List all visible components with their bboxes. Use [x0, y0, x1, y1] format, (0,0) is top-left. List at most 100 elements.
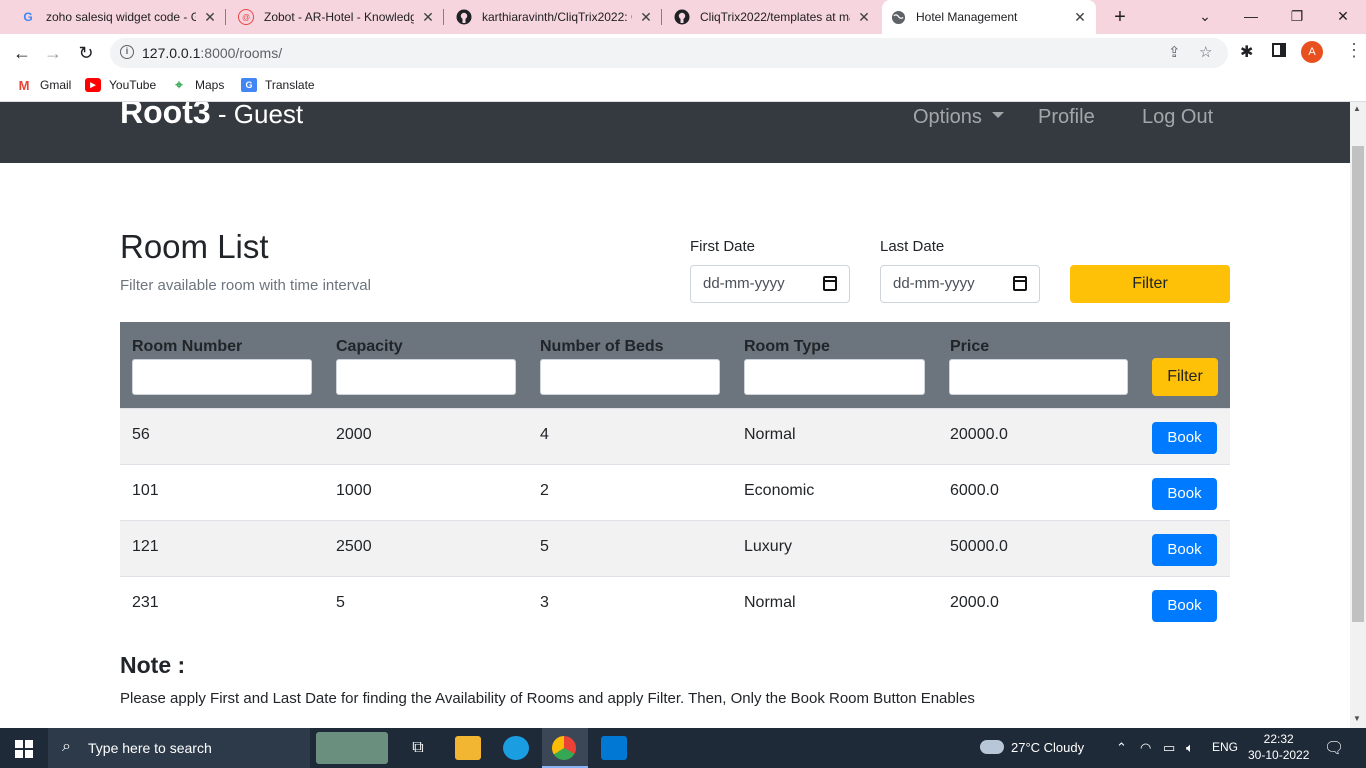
reload-icon[interactable]: ↻ [73, 40, 99, 66]
room-type-cell: Normal [744, 426, 796, 443]
chrome-icon [552, 736, 576, 760]
notification-icon[interactable]: 🗨︎ [1324, 738, 1344, 758]
back-arrow-icon[interactable]: ← [9, 40, 35, 66]
page-viewport: Root3 - Guest Options Profile Log Out Ro… [0, 102, 1350, 728]
taskbar-clock[interactable]: 22:32 30-10-2022 [1248, 731, 1309, 763]
bookmark-label: Gmail [40, 78, 72, 92]
column-header: Capacity [336, 338, 403, 355]
room-type-cell: Economic [744, 482, 815, 499]
wifi-icon[interactable]: ◠ [1140, 740, 1151, 756]
room-number-cell: 121 [132, 538, 159, 555]
bookmark-label: Maps [195, 78, 225, 92]
side-panel-icon[interactable] [1272, 43, 1286, 57]
bookmark-maps[interactable]: ⌖ Maps [171, 76, 224, 94]
volume-icon[interactable]: 🔈︎ [1186, 740, 1194, 756]
bookmark-translate[interactable]: G Translate [241, 76, 315, 94]
browser-toolbar: ← → ↻ i 127.0.0.1:8000/rooms/ ⇪ ☆ ✱ A ⋮ [0, 34, 1366, 71]
avatar[interactable]: A [1301, 41, 1323, 63]
site-info-icon[interactable]: i [120, 45, 134, 59]
date-filter-button[interactable]: Filter [1070, 265, 1230, 303]
search-icon: ⌕ [62, 738, 71, 755]
bookmark-label: Translate [265, 78, 315, 92]
room-number-cell: 231 [132, 594, 159, 611]
price-filter-input[interactable] [949, 359, 1128, 395]
close-icon[interactable]: ✕ [1072, 9, 1088, 26]
bookmark-star-icon[interactable]: ☆ [1199, 43, 1212, 61]
bookmark-gmail[interactable]: M Gmail [16, 76, 72, 94]
share-icon[interactable]: ⇪ [1168, 43, 1181, 61]
windows-start-icon[interactable] [15, 740, 33, 758]
battery-icon[interactable]: ▭ [1163, 740, 1175, 756]
site-brand[interactable]: Root3 - Guest [120, 102, 303, 131]
scroll-down-icon[interactable]: ▼ [1353, 714, 1361, 723]
language-indicator[interactable]: ENG [1212, 740, 1238, 754]
tab-search-icon[interactable]: ⌄ [1182, 0, 1228, 34]
github-icon [456, 9, 472, 25]
calendar-icon[interactable] [1013, 276, 1027, 291]
date-placeholder: dd-mm-yyyy [703, 275, 785, 292]
options-dropdown[interactable]: Options [913, 106, 1004, 129]
browser-tab-bar: G zoho salesiq widget code - G ✕ @ Zobot… [0, 0, 1366, 34]
taskbar-active-app[interactable] [542, 728, 588, 768]
room-type-filter-input[interactable] [744, 359, 925, 395]
calendar-icon[interactable] [823, 276, 837, 291]
bookmark-youtube[interactable]: ▶ YouTube [85, 76, 156, 94]
page-subtitle: Filter available room with time interval [120, 277, 371, 294]
restore-button[interactable]: ❐ [1274, 0, 1320, 34]
bookmark-label: YouTube [109, 78, 157, 92]
last-date-input[interactable]: dd-mm-yyyy [880, 265, 1040, 303]
page-scrollbar[interactable]: ▲ ▼ [1350, 102, 1366, 728]
address-bar[interactable]: i 127.0.0.1:8000/rooms/ ⇪ ☆ [110, 38, 1228, 68]
forward-arrow-icon[interactable]: → [40, 40, 66, 66]
google-icon: G [23, 10, 33, 24]
vscode-icon[interactable] [601, 736, 627, 760]
translate-icon: G [241, 78, 257, 92]
task-view-icon[interactable]: ⧉ [405, 736, 431, 760]
beds-cell: 3 [540, 594, 549, 611]
user-role: Guest [233, 102, 304, 129]
weather-text[interactable]: 27°C Cloudy [1011, 740, 1084, 755]
book-button[interactable]: Book [1152, 534, 1217, 566]
browser-tab[interactable]: @ Zobot - AR-Hotel - Knowledg ✕ [230, 0, 444, 34]
first-date-input[interactable]: dd-mm-yyyy [690, 265, 850, 303]
close-icon[interactable]: ✕ [420, 9, 436, 26]
browser-tab[interactable]: CliqTrix2022/templates at ma ✕ [666, 0, 880, 34]
capacity-cell: 5 [336, 594, 345, 611]
book-button[interactable]: Book [1152, 422, 1217, 454]
minimize-button[interactable]: — [1228, 0, 1274, 34]
table-filter-button[interactable]: Filter [1152, 358, 1218, 396]
room-type-cell: Normal [744, 594, 796, 611]
file-explorer-icon[interactable] [455, 736, 481, 760]
column-header: Number of Beds [540, 338, 664, 355]
capacity-filter-input[interactable] [336, 359, 516, 395]
browser-tab-active[interactable]: Hotel Management ✕ [882, 0, 1096, 34]
search-highlights-icon[interactable] [316, 732, 388, 764]
beds-cell: 2 [540, 482, 549, 499]
url-path: :8000/rooms/ [200, 45, 283, 61]
close-window-button[interactable]: ✕ [1320, 0, 1366, 34]
chevron-up-icon[interactable]: ⌃ [1116, 740, 1127, 756]
menu-kebab-icon[interactable]: ⋮ [1345, 40, 1363, 61]
browser-tab[interactable]: karthiaravinth/CliqTrix2022: C ✕ [448, 0, 662, 34]
scrollbar-thumb[interactable] [1352, 146, 1364, 622]
globe-icon [890, 9, 906, 25]
extensions-icon[interactable]: ✱ [1240, 42, 1253, 62]
room-number-filter-input[interactable] [132, 359, 312, 395]
table-header: Room Number Capacity Number of Beds Room… [120, 322, 1230, 408]
book-button[interactable]: Book [1152, 590, 1217, 622]
book-button[interactable]: Book [1152, 478, 1217, 510]
new-tab-button[interactable]: + [1108, 5, 1132, 29]
scroll-up-icon[interactable]: ▲ [1353, 104, 1361, 113]
browser-tab[interactable]: G zoho salesiq widget code - G ✕ [12, 0, 226, 34]
beds-filter-input[interactable] [540, 359, 720, 395]
logout-link[interactable]: Log Out [1142, 106, 1213, 129]
profile-link[interactable]: Profile [1038, 106, 1095, 129]
close-icon[interactable]: ✕ [202, 9, 218, 26]
maps-icon: ⌖ [175, 77, 183, 92]
close-icon[interactable]: ✕ [638, 9, 654, 26]
search-placeholder: Type here to search [88, 740, 212, 756]
edge-icon[interactable] [503, 736, 529, 760]
close-icon[interactable]: ✕ [856, 9, 872, 26]
taskbar-search-box[interactable]: ⌕ Type here to search [48, 728, 310, 768]
table-row: 56 2000 4 Normal 20000.0 Book [120, 408, 1230, 464]
